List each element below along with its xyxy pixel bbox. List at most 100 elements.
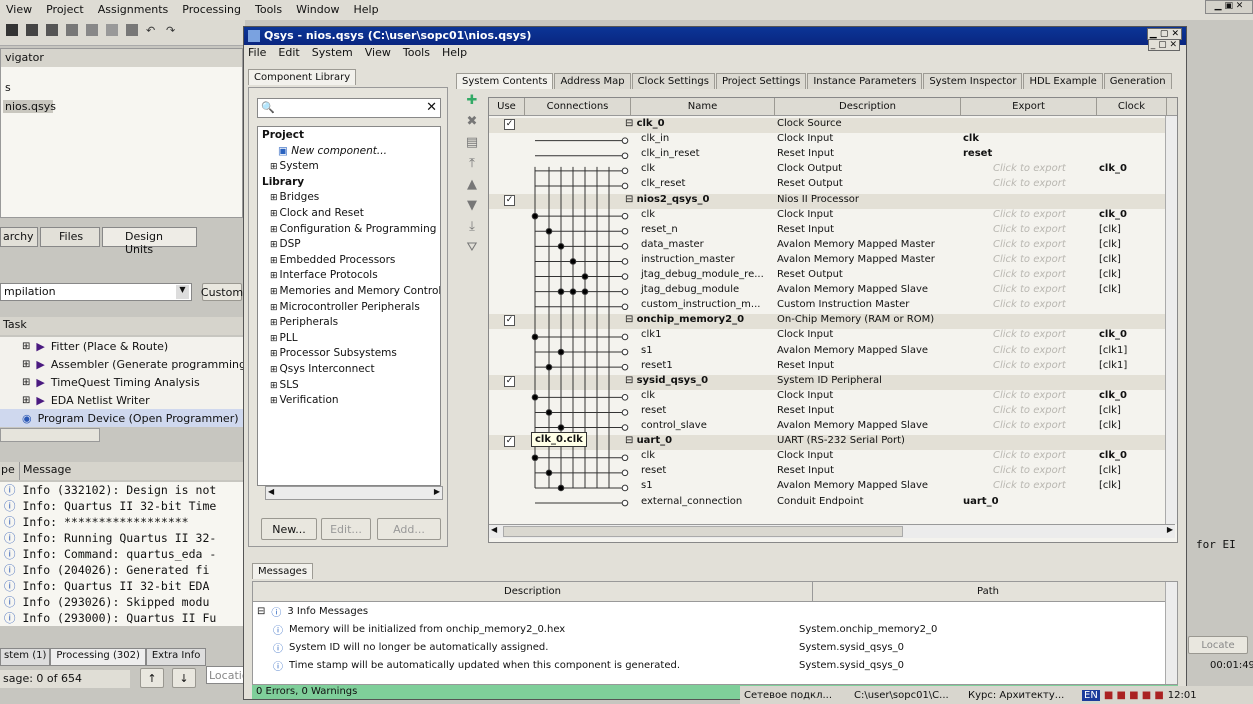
connection-port[interactable]: [621, 152, 629, 160]
connection-port[interactable]: [621, 454, 629, 462]
file-item[interactable]: nios.qsys: [3, 100, 56, 113]
connection-port[interactable]: [621, 273, 629, 280]
tray-icons[interactable]: ■ ■ ■ ■ ■: [1104, 690, 1164, 701]
expand-icon[interactable]: ⊞: [270, 396, 278, 406]
library-item[interactable]: ⊞ Microcontroller Peripherals: [262, 301, 436, 317]
connection-port[interactable]: [621, 363, 629, 371]
connection-port[interactable]: [621, 167, 629, 175]
taskbar-item-explorer[interactable]: C:\user\sopc01\C...: [854, 690, 964, 701]
message-row[interactable]: ⓘ System ID will no longer be automatical…: [253, 638, 1177, 656]
clock-cell[interactable]: clk_0: [1099, 390, 1127, 401]
open-file-icon[interactable]: [26, 24, 38, 36]
clock-cell[interactable]: [clk]: [1099, 480, 1121, 491]
connection-dot[interactable]: [557, 288, 565, 295]
clock-cell[interactable]: clk_0: [1099, 163, 1127, 174]
connection-dot[interactable]: [545, 227, 553, 235]
undo-icon[interactable]: ↶: [146, 24, 158, 37]
col-connections[interactable]: Connections: [525, 98, 631, 116]
tab-hdl-example[interactable]: HDL Example: [1023, 73, 1103, 89]
tab-project-settings[interactable]: Project Settings: [715, 73, 807, 89]
tab-system-contents[interactable]: System Contents: [456, 73, 554, 89]
clock-cell[interactable]: [clk1]: [1099, 360, 1127, 371]
edit-component-button[interactable]: Edit...: [321, 518, 371, 540]
col-name[interactable]: Name: [631, 98, 775, 116]
location-field[interactable]: Locatio: [206, 666, 246, 684]
library-item[interactable]: ⊞ DSP: [262, 238, 436, 254]
library-item[interactable]: ⊞ Verification: [262, 394, 436, 410]
export-cell[interactable]: Click to export: [963, 269, 1097, 280]
tab-system-inspector[interactable]: System Inspector: [923, 73, 1023, 89]
col-description[interactable]: Description: [775, 98, 961, 116]
export-cell[interactable]: Click to export: [963, 178, 1097, 189]
expand-icon[interactable]: ⊞: [270, 349, 278, 359]
tab-instance-parameters[interactable]: Instance Parameters: [807, 73, 923, 89]
menu-tools[interactable]: Tools: [255, 3, 282, 16]
taskbar-item-network[interactable]: Сетевое подкл...: [744, 690, 850, 701]
clock-cell[interactable]: clk_0: [1099, 209, 1127, 220]
expand-icon[interactable]: ⊞: [22, 377, 30, 388]
qsys-menu-view[interactable]: View: [365, 46, 391, 60]
connection-port[interactable]: [621, 484, 629, 492]
expand-icon[interactable]: ⊞: [270, 271, 278, 281]
new-component-button[interactable]: New...: [261, 518, 317, 540]
library-item[interactable]: Library: [262, 176, 436, 192]
custom-button[interactable]: Custom: [201, 283, 243, 301]
export-cell[interactable]: Click to export: [963, 284, 1097, 295]
connection-dot[interactable]: [545, 469, 553, 477]
export-cell[interactable]: Click to export: [963, 405, 1097, 416]
export-cell[interactable]: Click to export: [963, 209, 1097, 220]
new-file-icon[interactable]: [6, 24, 18, 36]
tab-processing[interactable]: Processing (302): [50, 648, 146, 666]
connection-port[interactable]: [621, 258, 629, 265]
library-item[interactable]: ▣ New component...: [262, 145, 436, 161]
tab-hierarchy[interactable]: archy: [0, 227, 38, 247]
export-cell[interactable]: Click to export: [963, 163, 1097, 174]
connection-dot[interactable]: [531, 394, 539, 401]
clock-cell[interactable]: [clk]: [1099, 269, 1121, 280]
quartus-window-controls[interactable]: ▁ ▣ ✕: [1205, 0, 1253, 14]
connection-dot[interactable]: [581, 273, 589, 280]
qsys-menu-file[interactable]: File: [248, 46, 266, 60]
print-icon[interactable]: [66, 24, 78, 36]
tab-messages[interactable]: Messages: [252, 563, 314, 579]
play-icon[interactable]: ▶: [36, 394, 44, 407]
tab-clock-settings[interactable]: Clock Settings: [631, 73, 715, 89]
connection-dot[interactable]: [531, 212, 539, 220]
task-item[interactable]: ⊞ ▶ Assembler (Generate programming fil: [0, 355, 259, 373]
collapse-icon[interactable]: ⊟: [257, 606, 265, 617]
connection-port[interactable]: [621, 137, 629, 144]
connection-dot[interactable]: [531, 333, 539, 341]
task-scrollbar[interactable]: [0, 428, 100, 442]
library-item[interactable]: ⊞ PLL: [262, 332, 436, 348]
use-checkbox[interactable]: ✓: [504, 375, 515, 387]
expand-icon[interactable]: ⊞: [270, 162, 278, 172]
expand-icon[interactable]: ⊞: [270, 256, 278, 266]
message-row[interactable]: ⓘ Time stamp will be automatically update…: [253, 656, 1177, 674]
filter-icon[interactable]: ⛛: [467, 240, 478, 255]
expand-icon[interactable]: ⊞: [270, 193, 278, 203]
expand-icon[interactable]: ⊞: [270, 225, 278, 235]
paste-icon[interactable]: [126, 24, 138, 36]
move-top-icon[interactable]: ⤒: [469, 156, 475, 171]
expand-icon[interactable]: ⊞: [22, 395, 30, 406]
arrow-up-icon[interactable]: ↑: [140, 668, 164, 688]
expand-icon[interactable]: ⊞: [270, 334, 278, 344]
col-use[interactable]: Use: [489, 98, 525, 116]
export-cell[interactable]: Click to export: [963, 465, 1097, 476]
library-item[interactable]: ⊞ Memories and Memory Controller: [262, 285, 440, 301]
connection-port[interactable]: [621, 394, 629, 401]
export-cell[interactable]: Click to export: [963, 360, 1097, 371]
col-export[interactable]: Export: [961, 98, 1097, 116]
export-cell[interactable]: Click to export: [963, 224, 1097, 235]
export-cell[interactable]: Click to export: [963, 239, 1097, 250]
locate-button[interactable]: Locate: [1188, 636, 1248, 654]
clock-cell[interactable]: [clk]: [1099, 465, 1121, 476]
redo-icon[interactable]: ↷: [166, 24, 178, 37]
library-item[interactable]: ⊞ Bridges: [262, 191, 436, 207]
expand-icon[interactable]: ⊞: [270, 381, 278, 391]
window-inner-controls[interactable]: _ ▢ ✕: [1147, 39, 1180, 51]
connection-dot[interactable]: [557, 348, 565, 356]
play-icon[interactable]: ▶: [36, 376, 44, 389]
add-icon[interactable]: ✚: [467, 93, 478, 108]
move-bottom-icon[interactable]: ⤓: [469, 219, 475, 234]
